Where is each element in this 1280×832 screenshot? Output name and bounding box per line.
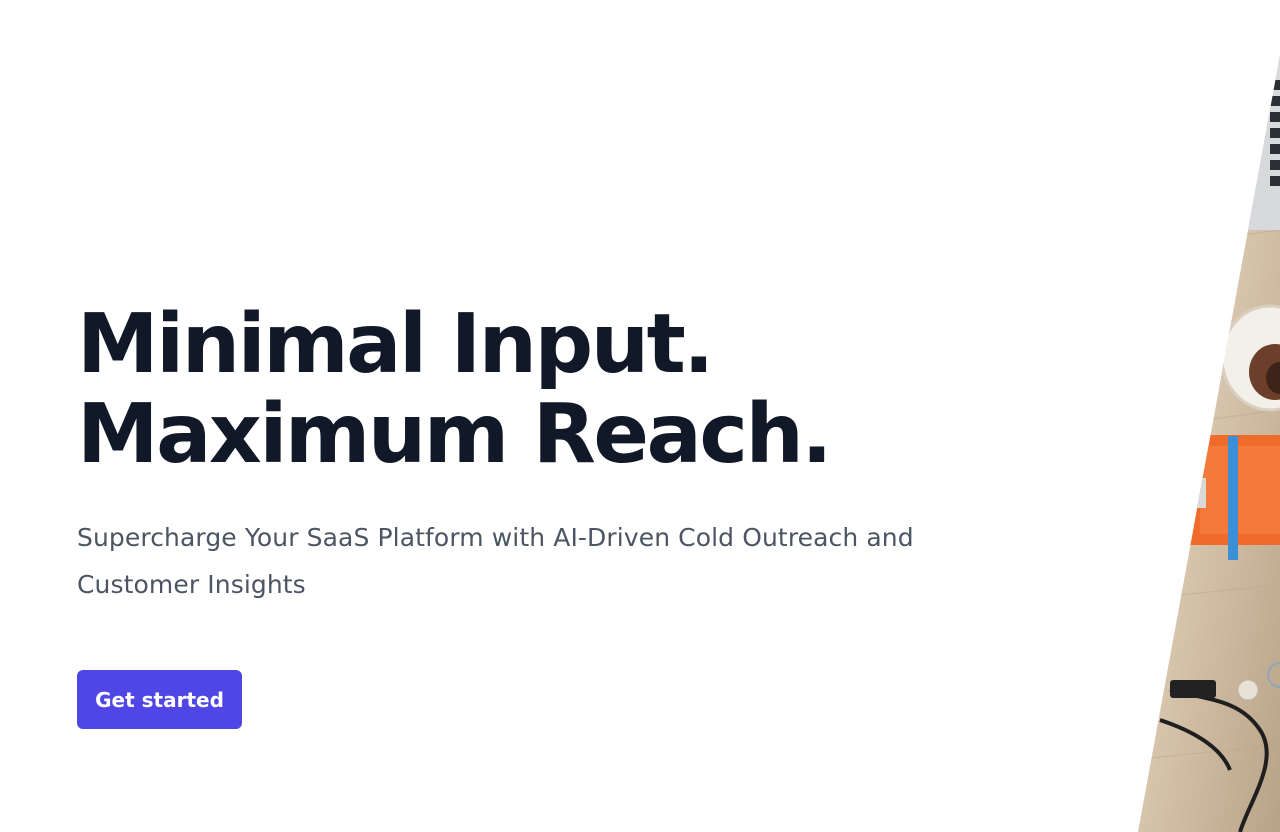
get-started-button[interactable]: Get started xyxy=(77,670,242,729)
hero-image xyxy=(1138,55,1280,832)
hero-headline: Minimal Input. Maximum Reach. xyxy=(77,300,1077,480)
landing-page: Minimal Input. Maximum Reach. Supercharg… xyxy=(0,0,1280,832)
headline-line-1: Minimal Input. xyxy=(77,297,714,392)
orange-hard-drive xyxy=(1190,435,1280,560)
laptop-keyboard xyxy=(1230,55,1280,230)
hero-section: Minimal Input. Maximum Reach. Supercharg… xyxy=(77,300,1077,608)
headline-line-2: Maximum Reach. xyxy=(77,387,832,482)
hero-subtitle: Supercharge Your SaaS Platform with AI-D… xyxy=(77,523,914,599)
